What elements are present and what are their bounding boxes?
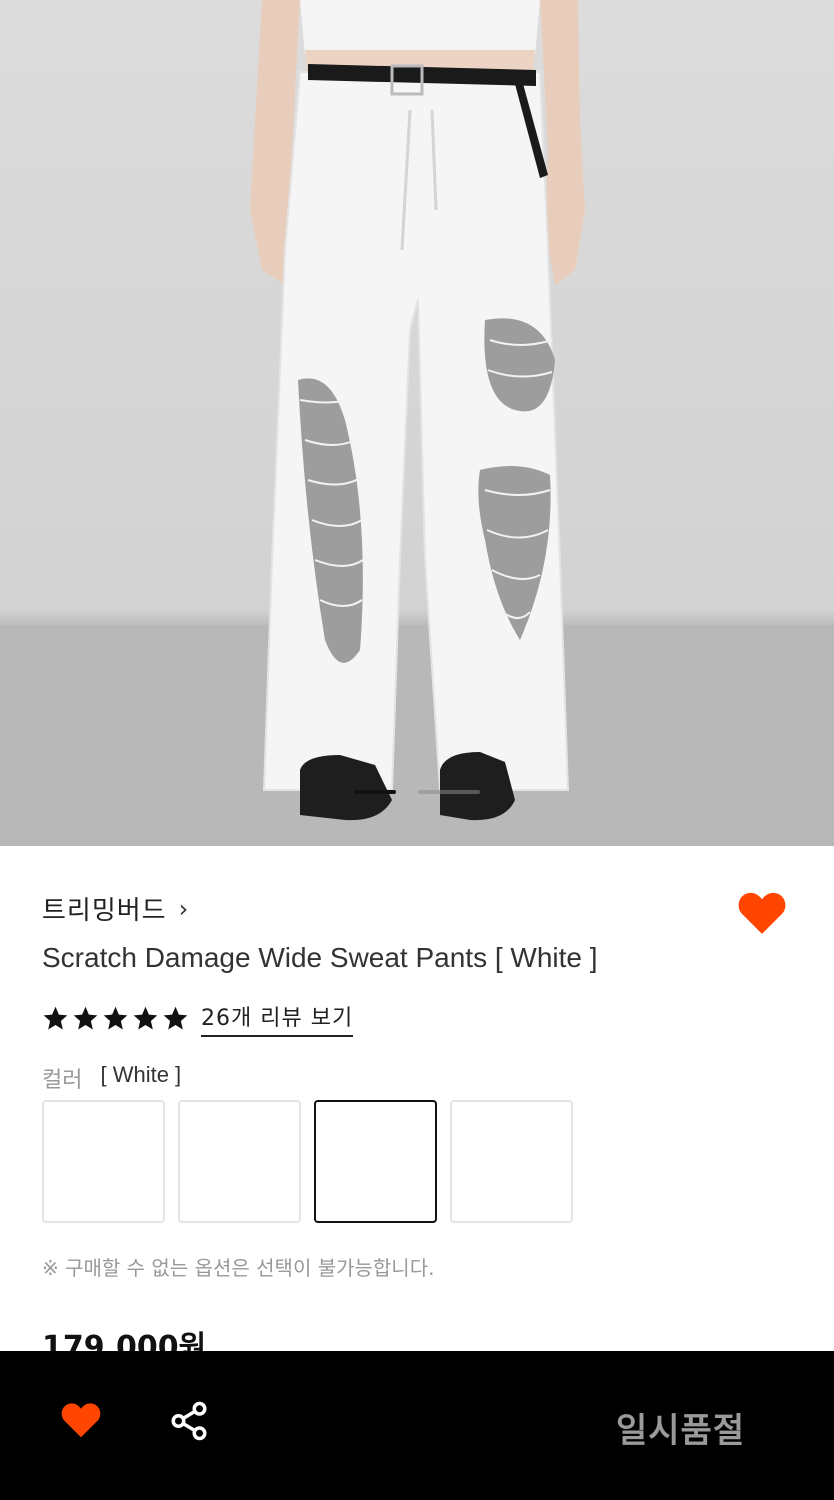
star-icon xyxy=(43,1006,68,1030)
favorite-heart-icon[interactable] xyxy=(736,890,788,936)
share-icon[interactable] xyxy=(168,1399,210,1443)
color-swatches xyxy=(42,1100,573,1223)
color-swatch[interactable] xyxy=(450,1100,573,1223)
carousel-indicator xyxy=(354,790,480,794)
rating-row: 26개 리뷰 보기 xyxy=(42,1000,354,1037)
reviews-link[interactable]: 26개 리뷰 보기 xyxy=(201,1000,354,1037)
star-icon xyxy=(103,1006,128,1030)
color-swatch-selected[interactable] xyxy=(314,1100,437,1223)
bottom-action-bar: 일시품절 xyxy=(0,1351,834,1500)
star-icon xyxy=(73,1006,98,1030)
brand-name[interactable]: 트리밍버드 xyxy=(42,890,167,927)
carousel-dot[interactable] xyxy=(418,790,480,794)
color-swatch[interactable] xyxy=(178,1100,301,1223)
product-image[interactable] xyxy=(0,0,834,846)
option-notice: ※ 구매할 수 없는 옵션은 선택이 불가능합니다. xyxy=(42,1256,435,1280)
sold-out-button[interactable]: 일시품절 xyxy=(616,1403,745,1452)
color-swatch[interactable] xyxy=(42,1100,165,1223)
color-option-row: 컬러 [ White ] xyxy=(42,1062,181,1094)
star-icon xyxy=(163,1006,188,1030)
carousel-dot-active[interactable] xyxy=(354,790,396,794)
rating-stars xyxy=(42,1005,189,1032)
color-label: 컬러 xyxy=(42,1068,83,1093)
chevron-right-icon: › xyxy=(178,894,189,923)
star-icon xyxy=(133,1006,158,1030)
selected-color: [ White ] xyxy=(100,1062,182,1087)
product-title: Scratch Damage Wide Sweat Pants [ White … xyxy=(42,942,598,973)
brand-link[interactable]: 트리밍버드 › xyxy=(42,890,188,927)
heart-icon[interactable] xyxy=(60,1401,102,1439)
product-photo xyxy=(0,0,834,846)
